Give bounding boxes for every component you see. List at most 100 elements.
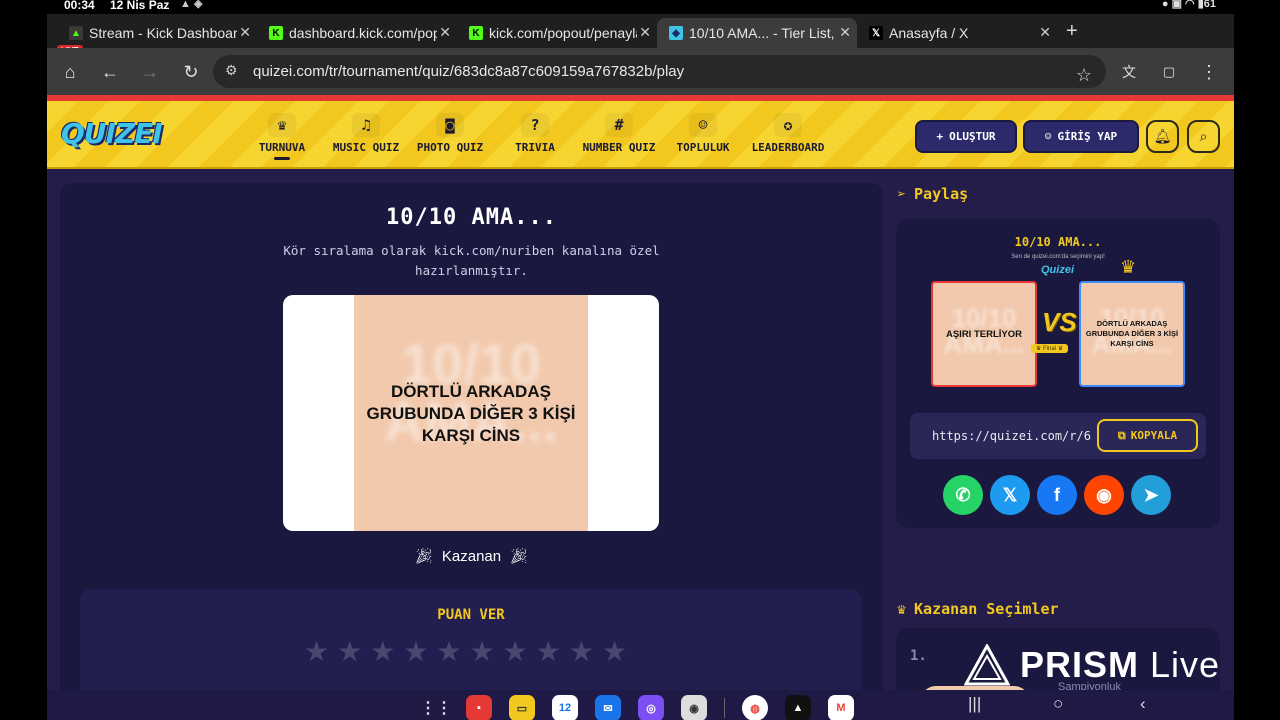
trophy-icon: ♛ <box>268 113 296 137</box>
calendar-app-icon[interactable]: 12 <box>552 695 578 720</box>
winner-card-text: DÖRTLÜ ARKADAŞ GRUBUNDA DİĞER 3 KİŞİ KAR… <box>366 382 576 445</box>
preview-card-left: 10/10 AMA... AŞIRI TERLİYOR <box>931 281 1037 387</box>
rating-star-icon[interactable]: ★ <box>470 637 495 667</box>
new-tab-icon[interactable]: + <box>1066 20 1078 43</box>
tab-kick-dashboard[interactable]: K dashboard.kick.com/popout ✕ <box>257 18 457 48</box>
telegram-icon: ➤ <box>1143 484 1159 505</box>
reddit-share-button[interactable]: ◉ <box>1084 475 1124 515</box>
notifications-button[interactable]: 🔔︎ <box>1146 120 1179 153</box>
nav-trivia[interactable]: ? TRIVIA <box>504 113 566 154</box>
gmail-app-icon[interactable]: M <box>828 695 854 720</box>
quizei-logo[interactable]: QUIZEI <box>61 117 163 150</box>
facebook-share-button[interactable]: f <box>1037 475 1077 515</box>
winner-card[interactable]: 10/10 AMA... DÖRTLÜ ARKADAŞ GRUBUNDA DİĞ… <box>283 295 659 531</box>
tab-quizei[interactable]: ◆ 10/10 AMA... - Tier List, Ranking ✕ <box>657 18 857 48</box>
preview-subtitle: Sen de quizei.com'da seçimini yap! <box>1011 254 1105 260</box>
crown-icon: ♛ <box>1120 257 1137 277</box>
preview-card-right: 10/10 AMA... DÖRTLÜ ARKADAŞ GRUBUNDA DİĞ… <box>1079 281 1185 387</box>
bookmark-star-icon[interactable]: ☆ <box>1076 60 1092 90</box>
x-share-button[interactable]: 𝕏 <box>990 475 1030 515</box>
login-button[interactable]: ☺ GİRİŞ YAP <box>1023 120 1139 153</box>
translate-icon[interactable]: 文 <box>1117 60 1141 84</box>
nav-leaderboard[interactable]: ✪ LEADERBOARD <box>746 113 830 154</box>
menu-kebab-icon[interactable]: ⋮ <box>1197 60 1221 84</box>
android-screen: 00:34 12 Nis Paz ▲ ◈ ● ▣ ◠ ▮61 ▲ Stream … <box>0 0 1280 720</box>
recent-apps-icon[interactable]: ||| <box>968 694 981 714</box>
tab-count-icon[interactable]: ▢ <box>1157 60 1181 84</box>
rating-star-icon[interactable]: ★ <box>304 637 329 667</box>
rating-star-icon[interactable]: ★ <box>337 637 362 667</box>
nav-photo-quiz[interactable]: ◙ PHOTO QUIZ <box>412 113 488 154</box>
tab-title: Stream - Kick Dashboard <box>89 25 237 41</box>
forward-icon[interactable]: → <box>138 60 162 84</box>
prism-logo-icon <box>964 644 1010 686</box>
site-settings-icon[interactable]: ⚙ <box>225 62 238 79</box>
whatsapp-icon: ✆ <box>955 484 971 505</box>
tab-title: 10/10 AMA... - Tier List, Ranking <box>689 25 837 41</box>
nav-label: LEADERBOARD <box>751 141 825 154</box>
close-tab-icon[interactable]: ✕ <box>1039 24 1051 41</box>
tab-x[interactable]: 𝕏 Anasayfa / X ✕ <box>857 18 1057 48</box>
folder-app-icon[interactable]: ▭ <box>509 695 535 720</box>
close-tab-icon[interactable]: ✕ <box>639 24 651 41</box>
nav-label: NUMBER QUIZ <box>582 141 656 154</box>
rating-star-icon[interactable]: ★ <box>602 637 627 667</box>
app-drawer-icon[interactable]: ⋮⋮ <box>420 695 452 720</box>
create-button[interactable]: + OLUŞTUR <box>915 120 1017 153</box>
home-icon[interactable]: ⌂ <box>58 60 82 84</box>
winner-rank: 1. <box>910 648 927 664</box>
preview-card-left-text: AŞIRI TERLİYOR <box>945 329 1022 340</box>
share-link[interactable]: https://quizei.com/r/6 <box>932 429 1091 443</box>
x-favicon-icon: 𝕏 <box>869 26 883 40</box>
reload-icon[interactable]: ↻ <box>179 60 203 84</box>
final-label: Final <box>1043 346 1057 352</box>
browser-app-icon[interactable]: ◎ <box>638 695 664 720</box>
copy-button[interactable]: ⧉ KOPYALA <box>1097 419 1198 452</box>
battery-level: 61 <box>1203 0 1216 10</box>
close-tab-icon[interactable]: ✕ <box>239 24 251 41</box>
back-button-icon[interactable]: ‹ <box>1140 694 1146 714</box>
address-url[interactable]: quizei.com/tr/tournament/quiz/683dc8a87c… <box>253 63 684 80</box>
tab-kick-popout[interactable]: K kick.com/popout/penaylar ✕ <box>457 18 657 48</box>
address-bar[interactable]: ⚙ quizei.com/tr/tournament/quiz/683dc8a8… <box>213 55 1106 88</box>
web-page: QUIZEI ♛ TURNUVA ♫ MUSIC QUIZ ◙ PHOTO QU… <box>47 95 1234 720</box>
nav-music-quiz[interactable]: ♫ MUSIC QUIZ <box>328 113 404 154</box>
send-icon: ➢ <box>897 185 907 203</box>
rating-star-icon[interactable]: ★ <box>403 637 428 667</box>
tab-kick-stream[interactable]: ▲ Stream - Kick Dashboard ✕ <box>57 18 257 48</box>
prism-brand-name: PRISM <box>1020 644 1140 685</box>
medal-icon: ✪ <box>774 113 802 137</box>
nav-number-quiz[interactable]: # NUMBER QUIZ <box>578 113 660 154</box>
app-red-icon[interactable]: ▪ <box>466 695 492 720</box>
rating-star-icon[interactable]: ★ <box>436 637 461 667</box>
rating-star-icon[interactable]: ★ <box>370 637 395 667</box>
preview-title: 10/10 AMA... <box>1014 235 1102 249</box>
tab-strip: ▲ Stream - Kick Dashboard ✕ K dashboard.… <box>47 14 1234 48</box>
status-date: 12 Nis Paz <box>110 0 170 12</box>
share-link-box: https://quizei.com/r/6 ⧉ KOPYALA <box>910 413 1206 459</box>
close-tab-icon[interactable]: ✕ <box>439 24 451 41</box>
kick-stream-favicon-icon: ▲ <box>69 26 83 40</box>
question-icon: ? <box>521 113 549 137</box>
whatsapp-share-button[interactable]: ✆ <box>943 475 983 515</box>
quiz-panel: 10/10 AMA... Kör sıralama olarak kick.co… <box>60 183 883 720</box>
nav-turnuva[interactable]: ♛ TURNUVA <box>252 113 312 160</box>
share-panel: 10/10 AMA... Sen de quizei.com'da seçimi… <box>896 219 1220 528</box>
site-header: QUIZEI ♛ TURNUVA ♫ MUSIC QUIZ ◙ PHOTO QU… <box>47 101 1234 169</box>
prism-brand-suffix: Live <box>1150 644 1221 685</box>
messages-app-icon[interactable]: ✉ <box>595 695 621 720</box>
telegram-share-button[interactable]: ➤ <box>1131 475 1171 515</box>
prism-app-icon[interactable]: ▲ <box>785 695 811 720</box>
rating-star-icon[interactable]: ★ <box>536 637 561 667</box>
camera-icon: ◙ <box>436 113 464 137</box>
back-icon[interactable]: ← <box>98 60 122 84</box>
camera-app-icon[interactable]: ◉ <box>681 695 707 720</box>
close-tab-icon[interactable]: ✕ <box>839 24 851 41</box>
chrome-app-icon[interactable]: ◍ <box>742 695 768 720</box>
nav-topluluk[interactable]: ☺ TOPLULUK <box>673 113 733 154</box>
rating-star-icon[interactable]: ★ <box>503 637 528 667</box>
rating-star-icon[interactable]: ★ <box>569 637 594 667</box>
home-button-icon[interactable]: ○ <box>1053 694 1063 714</box>
nav-label: TOPLULUK <box>676 141 730 154</box>
search-button[interactable]: ⌕ <box>1187 120 1220 153</box>
